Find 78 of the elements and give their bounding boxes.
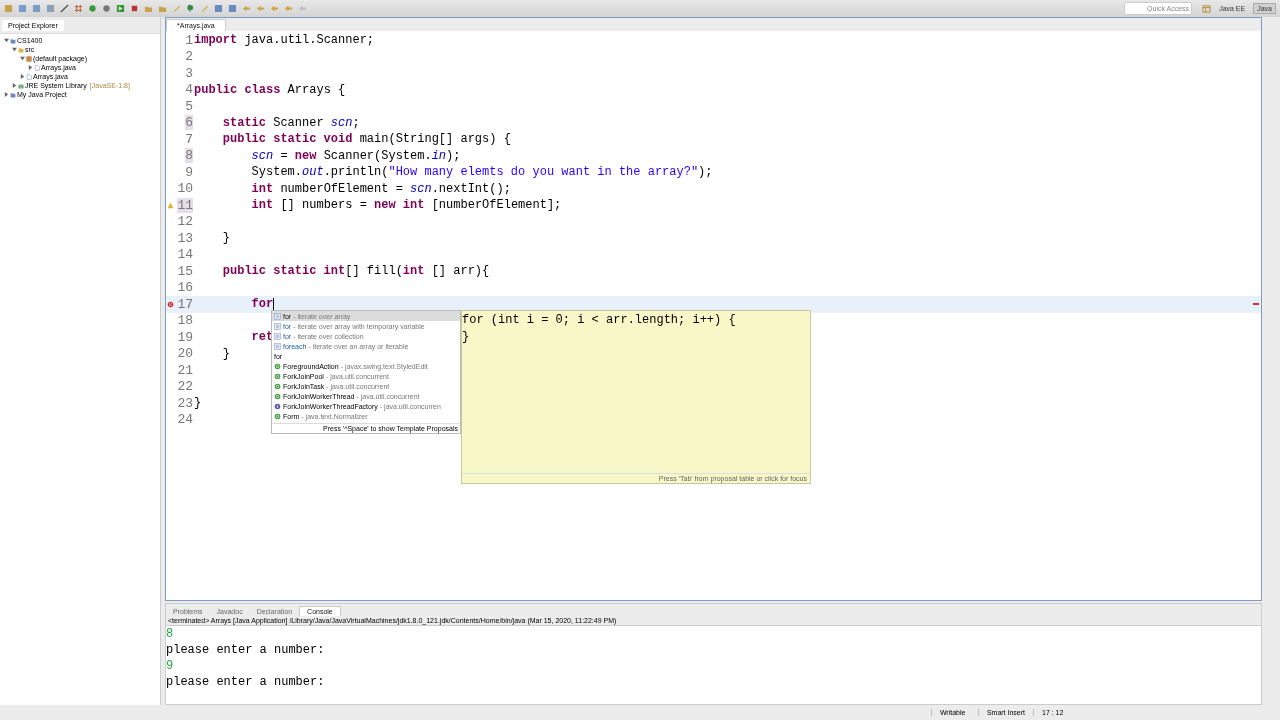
code-line: ret <box>250 330 274 345</box>
line-number: 23 <box>177 395 193 411</box>
square-icon[interactable] <box>4 4 13 13</box>
stop-icon[interactable] <box>130 4 139 13</box>
circle-icon[interactable] <box>88 4 97 13</box>
line-number: 6 <box>185 115 193 131</box>
line-number: 20 <box>177 346 193 362</box>
line-number: 18 <box>177 313 193 329</box>
expand-arrow-icon[interactable] <box>12 47 17 52</box>
line-number: 12 <box>177 214 193 230</box>
expand-arrow-icon[interactable] <box>28 65 33 70</box>
expand-arrow-icon[interactable] <box>12 83 17 88</box>
grid-icon[interactable] <box>1202 4 1212 13</box>
square-icon[interactable] <box>214 4 223 13</box>
line-number: 9 <box>185 164 193 180</box>
expand-arrow-icon[interactable] <box>4 92 9 97</box>
grid-icon[interactable] <box>74 4 83 13</box>
code-line: scn = new Scanner(System.in); <box>250 148 461 163</box>
books-icon <box>18 82 24 89</box>
code-line: for (int i = 0; i < arr.length; i++) { <box>462 312 737 329</box>
code-line: } <box>221 231 230 246</box>
code-line: } <box>462 328 471 345</box>
class-icon <box>274 412 281 420</box>
line-number: 7 <box>185 131 193 147</box>
text-cursor <box>273 297 275 311</box>
code-line: int numberOfElement = scn.nextInt(); <box>250 181 511 196</box>
code-line: static Scanner scn; <box>221 115 360 130</box>
line-number: 1 <box>185 32 193 48</box>
line-number: 2 <box>185 49 193 65</box>
console-line: 9 <box>166 658 175 674</box>
line-number: 21 <box>177 362 193 378</box>
play-icon[interactable] <box>116 4 125 13</box>
code-line: public static int[] fill(int [] arr){ <box>221 264 490 279</box>
template-icon <box>274 332 281 340</box>
warning-icon <box>167 201 174 209</box>
line-number: 3 <box>185 65 193 81</box>
line-number: 10 <box>177 181 193 197</box>
code-line: public class Arrays { <box>194 82 346 97</box>
template-icon <box>274 342 281 350</box>
line-number: 4 <box>185 82 193 98</box>
line-number: 8 <box>185 148 193 164</box>
line-number: 13 <box>177 230 193 246</box>
line-icon[interactable] <box>60 4 69 13</box>
square-icon[interactable] <box>46 4 55 13</box>
folder-icon <box>10 91 16 98</box>
line-number: 16 <box>177 280 193 296</box>
expand-arrow-icon[interactable] <box>20 74 25 79</box>
line-number: 5 <box>185 98 193 114</box>
square-icon[interactable] <box>18 4 27 13</box>
package-icon <box>26 55 32 62</box>
code-line: int [] numbers = new int [numberOfElement]; <box>250 198 562 213</box>
line-number: 17 <box>177 296 193 312</box>
square-icon[interactable] <box>228 4 237 13</box>
template-icon <box>274 312 281 320</box>
line-number: 15 <box>177 263 193 279</box>
expand-arrow-icon[interactable] <box>4 38 9 43</box>
console-line: please enter a number: <box>166 642 326 658</box>
square-icon[interactable] <box>32 4 41 13</box>
line-number: 24 <box>177 412 193 428</box>
line-number: 14 <box>177 247 193 263</box>
error-icon <box>167 300 174 308</box>
line-number: 22 <box>177 379 193 395</box>
line-number: 19 <box>177 329 193 345</box>
code-line: import java.util.Scanner; <box>194 33 375 48</box>
template-icon <box>274 322 281 330</box>
pen-icon[interactable] <box>200 4 209 13</box>
code-line: } <box>194 396 202 411</box>
pen-icon[interactable] <box>172 4 181 13</box>
code-line: } <box>221 346 230 361</box>
code-line: for <box>250 297 274 312</box>
console-line: 8 <box>166 626 175 642</box>
code-line: System.out.println("How many elemts do you want in the array?"); <box>250 165 713 180</box>
console-line: please enter a number: <box>166 674 326 690</box>
error-mark <box>1253 303 1259 306</box>
expand-arrow-icon[interactable] <box>20 56 25 61</box>
interface-icon <box>274 402 281 410</box>
line-number: 11 <box>177 197 193 213</box>
code-line: public static void main(String[] args) { <box>221 132 511 147</box>
